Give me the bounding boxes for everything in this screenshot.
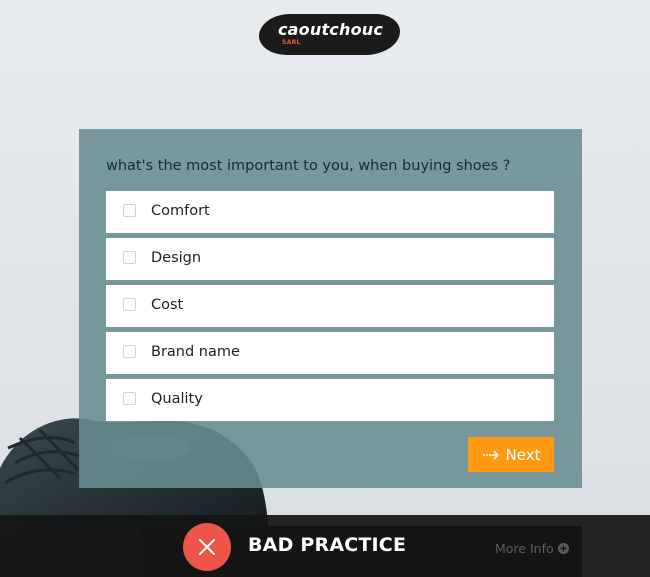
checkbox[interactable]	[123, 392, 136, 405]
checkbox[interactable]	[123, 204, 136, 217]
brand-logo[interactable]: caoutchouc SARL	[259, 14, 400, 55]
dotted-arrow-right-icon	[482, 449, 500, 461]
option-quality[interactable]: Quality	[106, 379, 554, 421]
checkbox[interactable]	[123, 251, 136, 264]
option-comfort[interactable]: Comfort	[106, 191, 554, 233]
option-label: Quality	[151, 391, 203, 407]
quiz-panel: what's the most important to you, when b…	[79, 129, 582, 488]
option-label: Design	[151, 250, 202, 266]
option-cost[interactable]: Cost	[106, 285, 554, 327]
next-label: Next	[505, 445, 541, 464]
option-design[interactable]: Design	[106, 238, 554, 280]
option-brand-name[interactable]: Brand name	[106, 332, 554, 374]
close-icon	[183, 523, 231, 571]
checkbox[interactable]	[123, 298, 136, 311]
plus-circle-icon	[557, 543, 569, 554]
brand-name: caoutchouc	[278, 20, 384, 39]
quiz-question: what's the most important to you, when b…	[106, 158, 511, 174]
more-info-link[interactable]: More Info	[495, 541, 569, 556]
more-info-label: More Info	[495, 541, 554, 556]
option-label: Brand name	[151, 344, 240, 360]
options-list: Comfort Design Cost Brand name Quality	[106, 191, 554, 426]
verdict-label: BAD PRACTICE	[248, 534, 407, 556]
checkbox[interactable]	[123, 345, 136, 358]
brand-subtitle: SARL	[282, 39, 301, 46]
option-label: Comfort	[151, 203, 210, 219]
next-button[interactable]: Next	[468, 437, 554, 472]
option-label: Cost	[151, 297, 184, 313]
